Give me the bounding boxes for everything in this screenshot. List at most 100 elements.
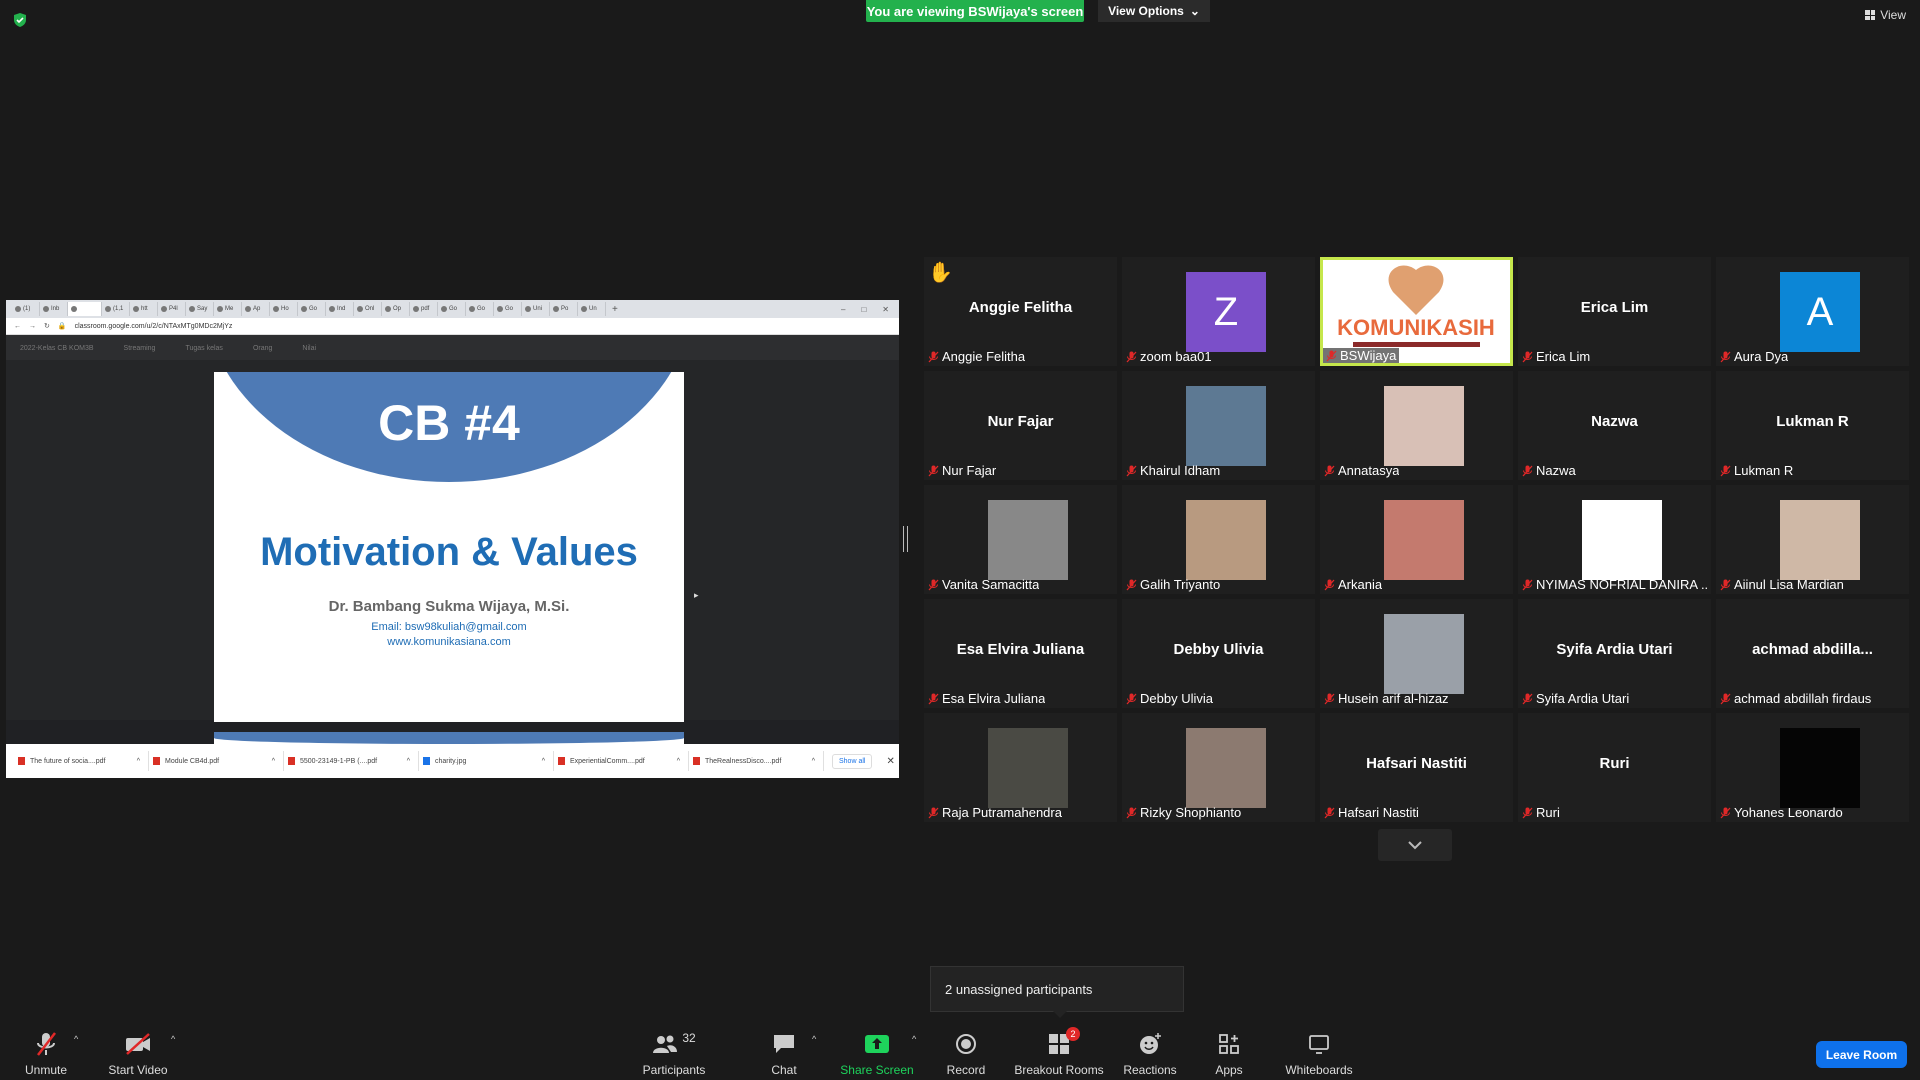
- leave-room-button[interactable]: Leave Room: [1816, 1041, 1907, 1068]
- video-options-caret[interactable]: ^: [171, 1034, 175, 1044]
- browser-tab[interactable]: pdf: [410, 302, 438, 316]
- participant-tile[interactable]: Raja Putramahendra: [924, 713, 1117, 822]
- browser-tab[interactable]: Un: [578, 302, 606, 316]
- participant-tile[interactable]: Syifa Ardia Utari Syifa Ardia Utari: [1518, 599, 1711, 708]
- start-video-button[interactable]: Start Video: [108, 1020, 168, 1080]
- browser-tab[interactable]: Go: [438, 302, 466, 316]
- share-screen-icon: [865, 1035, 889, 1053]
- participant-tile[interactable]: Debby Ulivia Debby Ulivia: [1122, 599, 1315, 708]
- participant-tile[interactable]: Aiinul Lisa Mardian: [1716, 485, 1909, 594]
- chat-button[interactable]: Chat: [768, 1020, 800, 1080]
- browser-tab[interactable]: Ind: [326, 302, 354, 316]
- browser-tab[interactable]: [68, 302, 102, 316]
- participant-tile[interactable]: A Aura Dya: [1716, 257, 1909, 366]
- participant-tile[interactable]: Vanita Samacitta: [924, 485, 1117, 594]
- participant-tile[interactable]: Erica Lim Erica Lim: [1518, 257, 1711, 366]
- view-button[interactable]: View: [1865, 8, 1906, 22]
- forward-icon[interactable]: →: [29, 323, 36, 330]
- download-item[interactable]: The future of socia....pdf ^: [14, 751, 149, 771]
- browser-tab[interactable]: P4l: [158, 302, 186, 316]
- chat-options-caret[interactable]: ^: [812, 1034, 816, 1044]
- new-tab-icon[interactable]: +: [612, 304, 618, 315]
- shared-screen[interactable]: (1) Inb (1,1 htt P4l Say Me Ap Ho Go Ind Onl Op pdf Go…: [6, 300, 899, 778]
- download-options-caret[interactable]: ^: [812, 758, 815, 765]
- participant-tile[interactable]: Galih Triyanto: [1122, 485, 1315, 594]
- reactions-button[interactable]: Reactions: [1123, 1020, 1177, 1080]
- participant-tile[interactable]: Hafsari Nastiti Hafsari Nastiti: [1320, 713, 1513, 822]
- download-options-caret[interactable]: ^: [542, 758, 545, 765]
- download-options-caret[interactable]: ^: [407, 758, 410, 765]
- next-page-button[interactable]: [1378, 829, 1452, 861]
- reload-icon[interactable]: ↻: [44, 322, 50, 330]
- download-item[interactable]: 5500-23149-1-PB (....pdf ^: [284, 751, 419, 771]
- download-item[interactable]: Module CB4d.pdf ^: [149, 751, 284, 771]
- participant-tile[interactable]: Husein arif al-hizaz: [1320, 599, 1513, 708]
- participant-tile[interactable]: Zzoom baa01: [1122, 257, 1315, 366]
- participant-tile[interactable]: achmad abdilla... achmad abdillah firdaus: [1716, 599, 1909, 708]
- breakout-rooms-button[interactable]: 2 Breakout Rooms: [1014, 1020, 1104, 1080]
- browser-tab[interactable]: Go: [298, 302, 326, 316]
- participant-tile[interactable]: Yohanes Leonardo: [1716, 713, 1909, 822]
- participant-name-label: Yohanes Leonardo: [1720, 805, 1843, 820]
- participant-tile[interactable]: Khairul Idham: [1122, 371, 1315, 480]
- tab-favicon-icon: [329, 306, 335, 312]
- browser-tab[interactable]: Say: [186, 302, 214, 316]
- unmute-button[interactable]: Unmute: [20, 1020, 72, 1080]
- slide-author: Dr. Bambang Sukma Wijaya, M.Si.: [328, 598, 570, 615]
- pdf-file-icon: [288, 757, 295, 765]
- download-options-caret[interactable]: ^: [677, 758, 680, 765]
- active-speaker-tile[interactable]: KOMUNIKASIH BSWijaya: [1320, 257, 1513, 366]
- browser-tab[interactable]: (1): [12, 302, 40, 316]
- show-all-button[interactable]: Show all: [832, 753, 873, 769]
- participant-tile[interactable]: Nur Fajar Nur Fajar: [924, 371, 1117, 480]
- browser-tab[interactable]: Uni: [522, 302, 550, 316]
- view-options-button[interactable]: View Options ⌄: [1098, 0, 1210, 22]
- audio-options-caret[interactable]: ^: [74, 1034, 78, 1044]
- apps-button[interactable]: Apps: [1212, 1020, 1246, 1080]
- participant-tile[interactable]: Esa Elvira Juliana Esa Elvira Juliana: [924, 599, 1117, 708]
- participant-display-name: Anggie Felitha: [968, 298, 1073, 316]
- browser-tab[interactable]: htt: [130, 302, 158, 316]
- browser-tab[interactable]: Op: [382, 302, 410, 316]
- participant-tile[interactable]: Lukman R Lukman R: [1716, 371, 1909, 480]
- browser-tab[interactable]: Go: [494, 302, 522, 316]
- record-icon: [956, 1034, 976, 1054]
- browser-address-bar[interactable]: ← → ↻ 🔒 classroom.google.com/u/2/c/NTAxMTg0…: [6, 318, 899, 335]
- pdf-file-icon: [558, 757, 565, 765]
- back-icon[interactable]: ←: [14, 323, 21, 330]
- participant-tile[interactable]: Rizky Shophianto: [1122, 713, 1315, 822]
- split-resize-handle[interactable]: [903, 526, 908, 552]
- browser-tab[interactable]: Me: [214, 302, 242, 316]
- close-icon[interactable]: ✕: [882, 305, 889, 314]
- participants-button[interactable]: 32 Participants: [640, 1020, 708, 1080]
- participant-tile[interactable]: Arkania: [1320, 485, 1513, 594]
- participant-tile[interactable]: Annatasya: [1320, 371, 1513, 480]
- security-shield-icon[interactable]: [12, 12, 28, 28]
- browser-tab[interactable]: Po: [550, 302, 578, 316]
- browser-tab[interactable]: (1,1: [102, 302, 130, 316]
- participant-tile[interactable]: NYIMAS NOFRIAL DANIRA ...: [1518, 485, 1711, 594]
- browser-tab[interactable]: Ho: [270, 302, 298, 316]
- browser-tab[interactable]: Onl: [354, 302, 382, 316]
- participant-tile[interactable]: Ruri Ruri: [1518, 713, 1711, 822]
- download-item[interactable]: TheRealnessDisco....pdf ^: [689, 751, 824, 771]
- browser-tab[interactable]: Go: [466, 302, 494, 316]
- browser-tab[interactable]: Inb: [40, 302, 68, 316]
- minimize-icon[interactable]: –: [841, 305, 845, 314]
- download-item[interactable]: ExperientialComm....pdf ^: [554, 751, 689, 771]
- participant-tile[interactable]: ✋ Anggie Felitha Anggie Felitha: [924, 257, 1117, 366]
- whiteboards-button[interactable]: Whiteboards: [1282, 1020, 1356, 1080]
- share-options-caret[interactable]: ^: [912, 1034, 916, 1044]
- participant-name-label: Arkania: [1324, 577, 1382, 592]
- participant-tile[interactable]: Nazwa Nazwa: [1518, 371, 1711, 480]
- close-downloads-icon[interactable]: ✕: [886, 756, 894, 767]
- participant-name: Raja Putramahendra: [942, 805, 1062, 820]
- muted-mic-icon: [1522, 807, 1533, 818]
- download-options-caret[interactable]: ^: [137, 758, 140, 765]
- download-item[interactable]: charity.jpg ^: [419, 751, 554, 771]
- maximize-icon[interactable]: □: [861, 305, 866, 314]
- record-button[interactable]: Record: [942, 1020, 990, 1080]
- share-screen-button[interactable]: Share Screen: [840, 1020, 914, 1080]
- download-options-caret[interactable]: ^: [272, 758, 275, 765]
- browser-tab[interactable]: Ap: [242, 302, 270, 316]
